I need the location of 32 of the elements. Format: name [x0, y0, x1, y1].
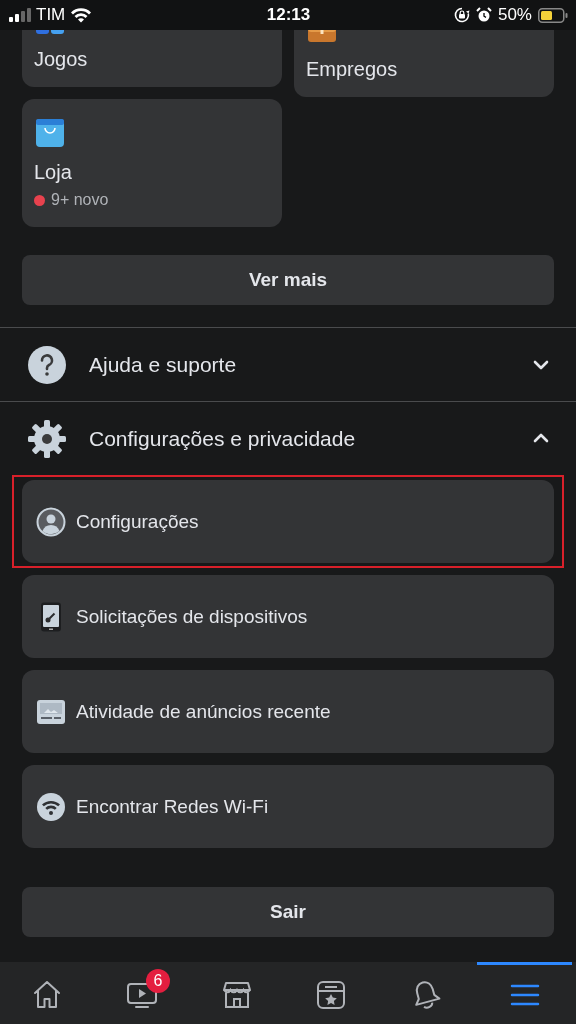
count-badge: 6: [146, 969, 170, 993]
battery-percent: 50%: [497, 5, 532, 25]
section-header[interactable]: Configurações e privacidade: [0, 402, 576, 475]
tab-button[interactable]: 6: [94, 962, 190, 1024]
menu-item[interactable]: Atividade de anúncios recente: [22, 670, 554, 753]
menu-item[interactable]: Solicitações de dispositivos: [22, 575, 554, 658]
shortcut-card[interactable]: Empregos: [294, 30, 554, 97]
logout-button[interactable]: Sair: [22, 887, 554, 937]
battery-icon: [538, 7, 568, 23]
notification-dot: [34, 194, 45, 206]
signal-icon: [9, 8, 31, 22]
star-card-icon: [315, 978, 348, 1011]
settings-icon: [27, 418, 67, 459]
rotation-lock-icon: [453, 7, 470, 23]
shortcut-card[interactable]: Jogos: [22, 30, 282, 87]
shortcut-label: Loja: [34, 160, 72, 184]
shortcut-card[interactable]: Loja 9+ novo: [22, 99, 282, 227]
alarm-icon: [475, 7, 492, 23]
shortcut-label: Jogos: [34, 47, 88, 71]
menu-item[interactable]: Configurações: [22, 480, 554, 563]
menu-item[interactable]: Encontrar Redes Wi-Fi: [22, 765, 554, 848]
section-header[interactable]: Ajuda e suporte: [0, 328, 576, 401]
shortcut-label: Empregos: [306, 57, 398, 81]
see-more-button[interactable]: Ver mais: [22, 255, 554, 305]
profile-icon: [36, 506, 66, 537]
wifi-icon: [70, 7, 93, 23]
carrier-name: TIM: [36, 5, 66, 25]
shopping-bag-icon: [34, 117, 66, 149]
wifi-icon: [36, 791, 66, 822]
badge-text: 9+ novo: [51, 190, 109, 210]
status-time: 12:13: [266, 5, 311, 25]
help-icon: [27, 344, 67, 385]
